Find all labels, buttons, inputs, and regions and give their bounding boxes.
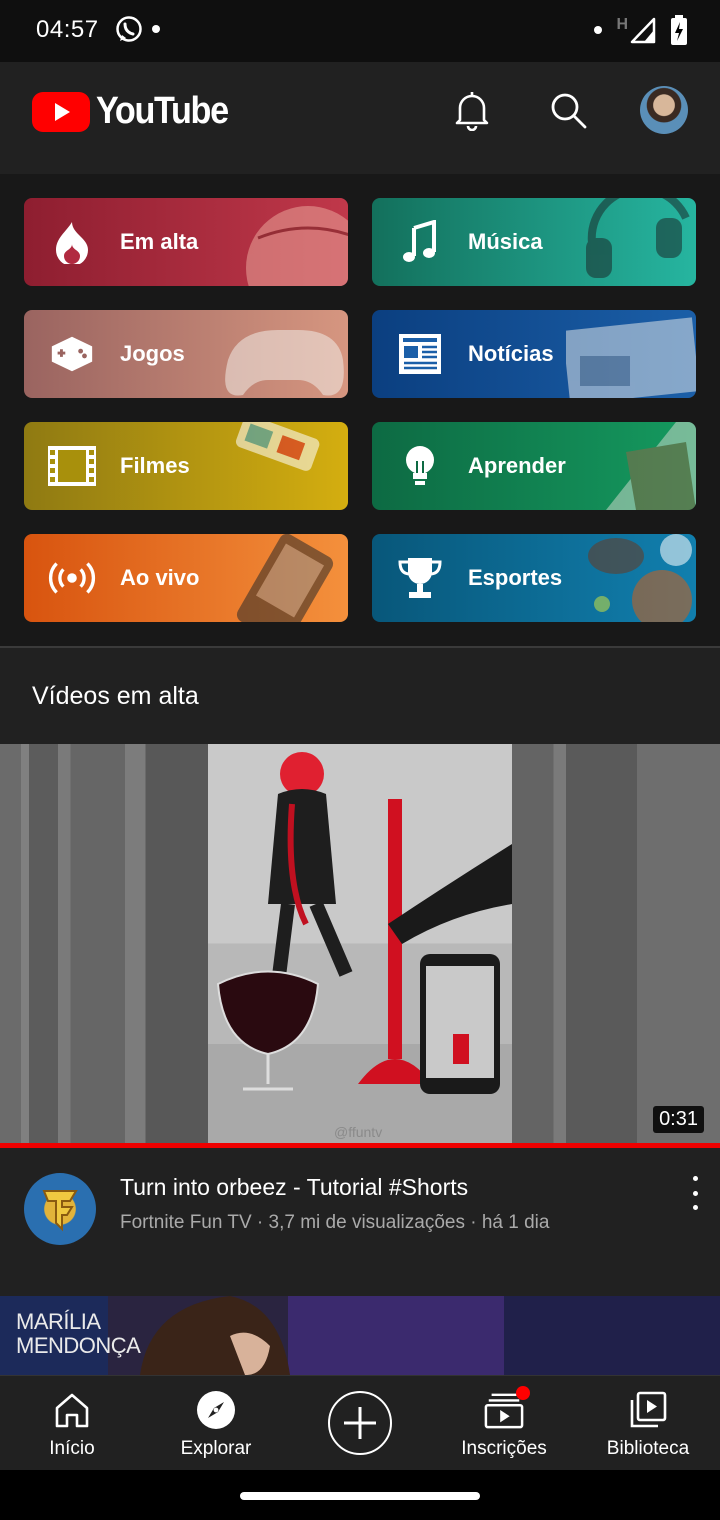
headphones-decoration-icon — [586, 198, 690, 278]
nav-create[interactable] — [288, 1376, 432, 1471]
nav-subscriptions-label: Inscrições — [461, 1438, 547, 1459]
category-musica[interactable]: Música — [372, 198, 696, 286]
category-esportes[interactable]: Esportes — [372, 534, 696, 622]
youtube-play-logo-icon — [32, 91, 90, 132]
create-button[interactable] — [328, 1391, 392, 1455]
video-title[interactable]: Turn into orbeez - Tutorial #Shorts — [120, 1174, 468, 1201]
thumbnail-blur-right — [512, 744, 720, 1143]
next-video-thumbnail[interactable]: MARÍLIA MENDONÇA — [0, 1296, 720, 1375]
nav-subscriptions[interactable]: Inscrições — [432, 1376, 576, 1471]
channel-avatar[interactable] — [24, 1173, 96, 1245]
section-title: Vídeos em alta — [32, 682, 199, 710]
next-thumbnail-person-icon — [140, 1296, 290, 1375]
bottom-navigation: Início Explorar Inscrições Biblioteca — [0, 1375, 720, 1470]
3d-glasses-decoration-icon — [235, 422, 320, 471]
trending-videos-section: Vídeos em alta @ffuntv 0:31 Turn into or… — [0, 648, 720, 1375]
video-metadata: Fortnite Fun TV · 3,7 mi de visualizaçõe… — [120, 1212, 550, 1233]
notebook-decoration-icon — [606, 422, 696, 510]
newspaper-decoration-icon — [566, 317, 696, 398]
nav-library-label: Biblioteca — [606, 1438, 690, 1459]
film-strip-icon — [48, 442, 96, 490]
video-thumbnail[interactable]: @ffuntv 0:31 — [0, 744, 720, 1143]
category-aprender[interactable]: Aprender — [372, 422, 696, 510]
category-em-alta[interactable]: Em alta — [24, 198, 348, 286]
more-vert-icon — [692, 1205, 698, 1210]
thumbnail-watermark: @ffuntv — [334, 1124, 383, 1140]
notifications-button[interactable] — [448, 86, 496, 134]
category-noticias[interactable]: Notícias — [372, 310, 696, 398]
status-bar: 04:57 H — [0, 0, 720, 62]
status-time: 04:57 — [36, 16, 99, 43]
youtube-logo-text: YouTube — [96, 90, 229, 132]
category-filmes[interactable]: Filmes — [24, 422, 348, 510]
plus-icon — [344, 1407, 376, 1439]
gamepad-icon — [48, 330, 96, 378]
nav-home-label: Início — [49, 1438, 95, 1459]
system-gesture-area — [0, 1470, 720, 1520]
thumbnail-scene-icon — [208, 752, 512, 1143]
live-broadcast-icon — [48, 554, 96, 602]
bell-icon — [455, 92, 489, 131]
notification-dot-icon — [152, 25, 160, 33]
explore-categories: Em alta Música Jogos Notícias Filmes Apr… — [0, 174, 720, 646]
controller-decoration-icon — [225, 330, 344, 396]
search-icon — [551, 93, 587, 129]
search-button[interactable] — [544, 86, 592, 134]
category-label: Notícias — [468, 341, 554, 366]
battery-charging-icon — [671, 15, 687, 45]
thumbnail-main-frame: @ffuntv — [208, 744, 512, 1143]
status-notifications — [114, 14, 160, 44]
status-system-icons: H — [594, 14, 688, 46]
balls-decoration-icon — [588, 534, 692, 622]
home-icon — [52, 1390, 92, 1430]
category-label: Em alta — [120, 229, 199, 254]
network-type-label: H — [616, 16, 628, 33]
category-label: Música — [468, 229, 543, 254]
notification-dot-icon — [594, 26, 603, 34]
category-label: Esportes — [468, 565, 563, 590]
lightbulb-icon — [396, 442, 444, 490]
library-icon — [628, 1390, 668, 1430]
newspaper-icon — [396, 330, 444, 378]
nav-explore[interactable]: Explorar — [144, 1376, 288, 1471]
nav-explore-label: Explorar — [180, 1438, 252, 1459]
phone-decoration-icon — [236, 534, 334, 622]
compass-icon — [196, 1390, 236, 1430]
category-label: Jogos — [120, 341, 185, 366]
nav-home[interactable]: Início — [0, 1376, 144, 1471]
home-gesture-handle[interactable] — [240, 1492, 480, 1500]
more-options-button[interactable] — [688, 1176, 702, 1210]
globe-decoration-icon — [246, 206, 348, 286]
more-vert-icon — [692, 1190, 698, 1196]
top-app-bar: YouTube — [0, 62, 720, 174]
youtube-logo[interactable]: YouTube — [32, 90, 242, 133]
whatsapp-icon — [116, 16, 142, 42]
channel-logo-icon — [42, 1190, 78, 1232]
new-content-badge — [516, 1386, 530, 1400]
signal-icon — [630, 17, 656, 44]
category-label: Ao vivo — [120, 565, 200, 590]
nav-library[interactable]: Biblioteca — [576, 1376, 720, 1471]
video-info[interactable]: Turn into orbeez - Tutorial #Shorts Fort… — [0, 1148, 720, 1294]
trophy-icon — [396, 554, 444, 602]
account-avatar[interactable] — [640, 86, 688, 134]
thumbnail-blur-left — [0, 744, 208, 1143]
category-label: Aprender — [468, 453, 566, 478]
category-jogos[interactable]: Jogos — [24, 310, 348, 398]
more-vert-icon — [692, 1176, 698, 1181]
video-duration-badge: 0:31 — [653, 1106, 704, 1133]
music-note-icon — [396, 218, 444, 266]
category-label: Filmes — [120, 453, 190, 478]
trending-flame-icon — [48, 218, 96, 266]
category-ao-vivo[interactable]: Ao vivo — [24, 534, 348, 622]
